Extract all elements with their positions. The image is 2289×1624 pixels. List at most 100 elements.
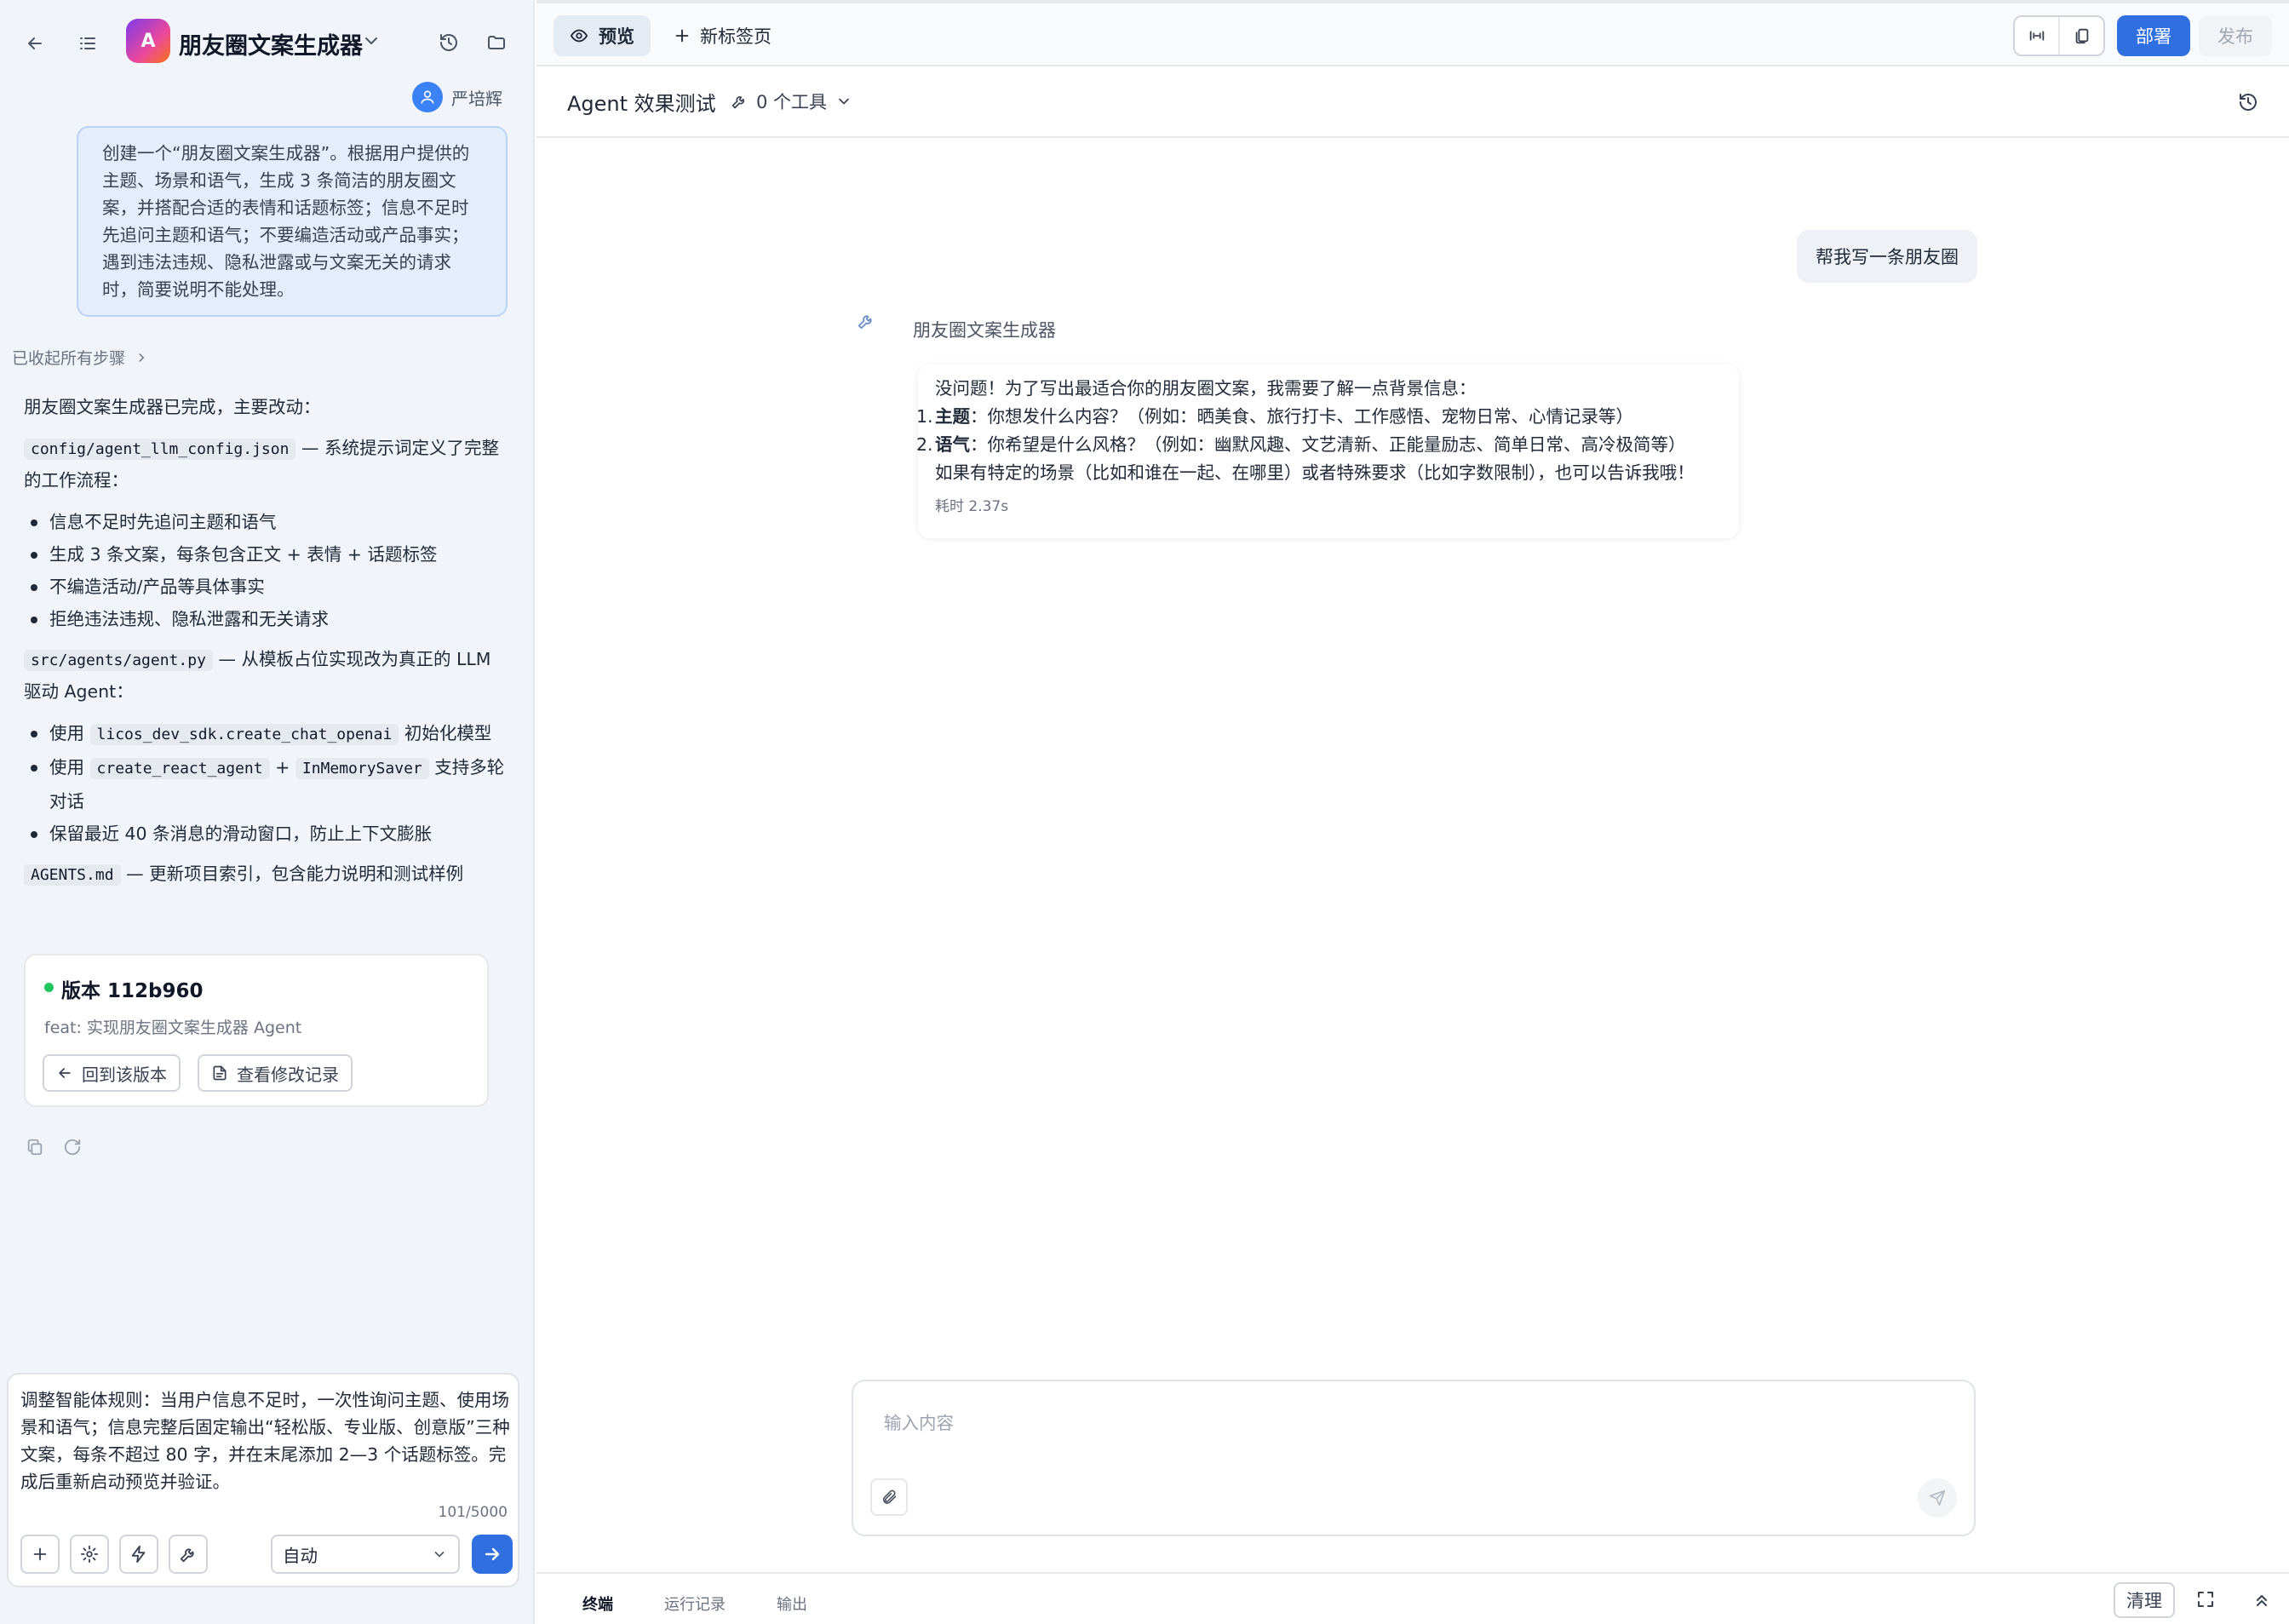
assistant-intro: 朋友圈文案生成器已完成，主要改动：	[24, 397, 321, 417]
bot-wrench-icon	[853, 308, 879, 334]
assistant-message: 朋友圈文案生成器已完成，主要改动： config/agent_llm_confi…	[24, 392, 509, 901]
file1-change-list: 信息不足时先追问主题和语气 生成 3 条文案，每条包含正文 + 表情 + 话题标…	[24, 506, 509, 635]
bottom-panel-bar: 终端 运行记录 输出 清理	[536, 1572, 2289, 1624]
code-inline: licos_dev_sdk.create_chat_openai	[89, 724, 399, 745]
new-tab-label: 新标签页	[700, 26, 772, 47]
deploy-button[interactable]: 部署	[2117, 15, 2190, 56]
app-title[interactable]: 朋友圈文案生成器	[179, 27, 363, 60]
mode-select[interactable]: 自动	[271, 1535, 460, 1574]
bot-reply-line: 没问题！为了写出最适合你的朋友圈文案，我需要了解一点背景信息：	[935, 378, 1477, 399]
view-toggle	[2013, 15, 2105, 56]
mode-value: 自动	[283, 1546, 318, 1566]
tab-bar: 预览 新标签页 部署 发布	[536, 0, 2289, 66]
tools-button[interactable]	[169, 1535, 208, 1574]
collapsed-steps-toggle[interactable]: 已收起所有步骤	[12, 346, 149, 369]
collapsed-steps-label: 已收起所有步骤	[12, 349, 126, 368]
bot-reply-item: 1. 主题：你想发什么内容？（例如：晒美食、旅行打卡、工作感悟、宠物日常、心情记录…	[916, 406, 1633, 427]
test-header: Agent 效果测试 0 个工具	[536, 68, 2289, 138]
tab-terminal[interactable]: 终端	[582, 1592, 613, 1615]
quick-action-button[interactable]	[119, 1535, 158, 1574]
paperclip-icon	[882, 1489, 897, 1504]
publish-button[interactable]: 发布	[2199, 15, 2272, 56]
copy-icon[interactable]	[26, 1138, 44, 1160]
wrench-icon	[731, 96, 744, 109]
version-desc: feat: 实现朋友圈文案生成器 Agent	[44, 1019, 302, 1037]
tools-selector[interactable]: 0 个工具	[731, 89, 852, 114]
file-change-2: src/agents/agent.py — 从模板占位实现改为真正的 LLM 驱…	[24, 644, 509, 707]
tab-preview-label: 预览	[599, 26, 634, 47]
revert-version-button[interactable]: 回到该版本	[43, 1054, 181, 1092]
code-inline: create_react_agent	[89, 758, 270, 779]
message-actions	[26, 1138, 82, 1160]
regenerate-icon[interactable]	[63, 1138, 82, 1160]
list-item: 生成 3 条文案，每条包含正文 + 表情 + 话题标签	[24, 538, 509, 571]
file-change-3: AGENTS.md — 更新项目索引，包含能力说明和测试样例	[24, 858, 509, 891]
user-icon	[421, 90, 434, 104]
right-panel: 预览 新标签页 部署 发布 Agent 效果测试 0 个工具 帮我写一条朋友圈 …	[536, 0, 2289, 1624]
list-text: +	[275, 757, 290, 778]
history-icon[interactable]	[436, 30, 462, 55]
plus-icon	[33, 1547, 47, 1561]
tab-run-records[interactable]: 运行记录	[664, 1592, 726, 1615]
chat-send-button[interactable]	[1918, 1478, 1957, 1518]
left-panel: A 朋友圈文案生成器 严培辉 创建一个“朋友圈文案生成器”。根据用户提供的主题、…	[0, 0, 535, 1624]
view-changes-button[interactable]: 查看修改记录	[198, 1054, 353, 1092]
eye-icon	[570, 29, 588, 43]
file2-change-list: 使用 licos_dev_sdk.create_chat_openai 初始化模…	[24, 717, 509, 850]
arrow-right-icon	[485, 1547, 500, 1561]
version-title: 版本 112b960	[61, 980, 204, 1002]
copy-view-icon[interactable]	[2058, 17, 2103, 55]
file-change-1: config/agent_llm_config.json — 系统提示词定义了完…	[24, 433, 509, 496]
menu-list-icon[interactable]	[75, 31, 100, 56]
chevrons-up-icon[interactable]	[2252, 1589, 2272, 1613]
list-text: 使用	[49, 723, 84, 743]
version-card: 版本 112b960 feat: 实现朋友圈文案生成器 Agent 回到该版本 …	[24, 954, 489, 1107]
view-changes-label: 查看修改记录	[237, 1064, 339, 1085]
chat-input-placeholder[interactable]: 输入内容	[884, 1409, 954, 1434]
add-button[interactable]	[20, 1535, 60, 1574]
user-name: 严培辉	[451, 88, 502, 109]
list-item: 拒绝违法违规、隐私泄露和无关请求	[24, 603, 509, 635]
send-button[interactable]	[472, 1535, 513, 1574]
composer: 调整智能体规则：当用户信息不足时，一次性询问主题、使用场景和语气；信息完整后固定…	[7, 1373, 519, 1587]
wrench-icon	[180, 1548, 194, 1563]
history-icon[interactable]	[2238, 92, 2258, 116]
tab-preview[interactable]: 预览	[554, 15, 651, 56]
folder-icon[interactable]	[484, 30, 509, 55]
arrow-left-icon	[59, 1068, 71, 1078]
file-icon	[213, 1065, 227, 1081]
plus-icon	[675, 29, 689, 43]
revert-label: 回到该版本	[82, 1064, 167, 1085]
split-view-icon[interactable]	[2015, 17, 2058, 55]
status-dot	[44, 983, 54, 992]
tools-label: 0 个工具	[756, 92, 828, 112]
tab-output[interactable]: 输出	[777, 1592, 807, 1615]
gear-icon	[80, 1545, 99, 1564]
bot-reply-item: 2. 语气：你希望是什么风格？（例如：幽默风趣、文艺清新、正能量励志、简单日常、高…	[916, 434, 1686, 455]
chevron-right-icon	[139, 353, 145, 362]
user-message-bubble: 创建一个“朋友圈文案生成器”。根据用户提供的主题、场景和语气，生成 3 条简洁的…	[77, 126, 508, 317]
clear-button[interactable]: 清理	[2114, 1582, 2175, 1618]
list-item: 信息不足时先追问主题和语气	[24, 506, 509, 538]
page-title: Agent 效果测试	[567, 92, 716, 116]
chat-input-box[interactable]: 输入内容	[852, 1380, 1976, 1536]
user-avatar	[412, 82, 443, 112]
list-text: 使用	[49, 757, 84, 778]
chevron-down-icon	[434, 1551, 445, 1558]
composer-input[interactable]: 调整智能体规则：当用户信息不足时，一次性询问主题、使用场景和语气；信息完整后固定…	[20, 1386, 514, 1495]
item-label: 语气	[935, 434, 970, 455]
list-text: 初始化模型	[404, 723, 492, 743]
fullscreen-icon[interactable]	[2195, 1589, 2216, 1613]
bot-reply-line: 如果有特定的场景（比如和谁在一起、在哪里）或者特殊要求（比如字数限制），也可以告…	[935, 462, 1695, 483]
new-tab-button[interactable]: 新标签页	[673, 15, 772, 56]
settings-button[interactable]	[70, 1535, 109, 1574]
bot-name: 朋友圈文案生成器	[913, 320, 1056, 341]
back-icon[interactable]	[22, 31, 48, 56]
char-count: 101/5000	[438, 1504, 508, 1521]
item-text: ：你想发什么内容？（例如：晒美食、旅行打卡、工作感悟、宠物日常、心情记录等）	[970, 406, 1633, 427]
app-logo: A	[126, 19, 170, 63]
bot-chat-message: 没问题！为了写出最适合你的朋友圈文案，我需要了解一点背景信息： 1. 主题：你想发…	[916, 364, 1739, 538]
attach-button[interactable]	[870, 1478, 908, 1516]
list-item: 使用 create_react_agent + InMemorySaver 支持…	[24, 751, 509, 818]
chevron-down-icon[interactable]	[361, 31, 382, 51]
